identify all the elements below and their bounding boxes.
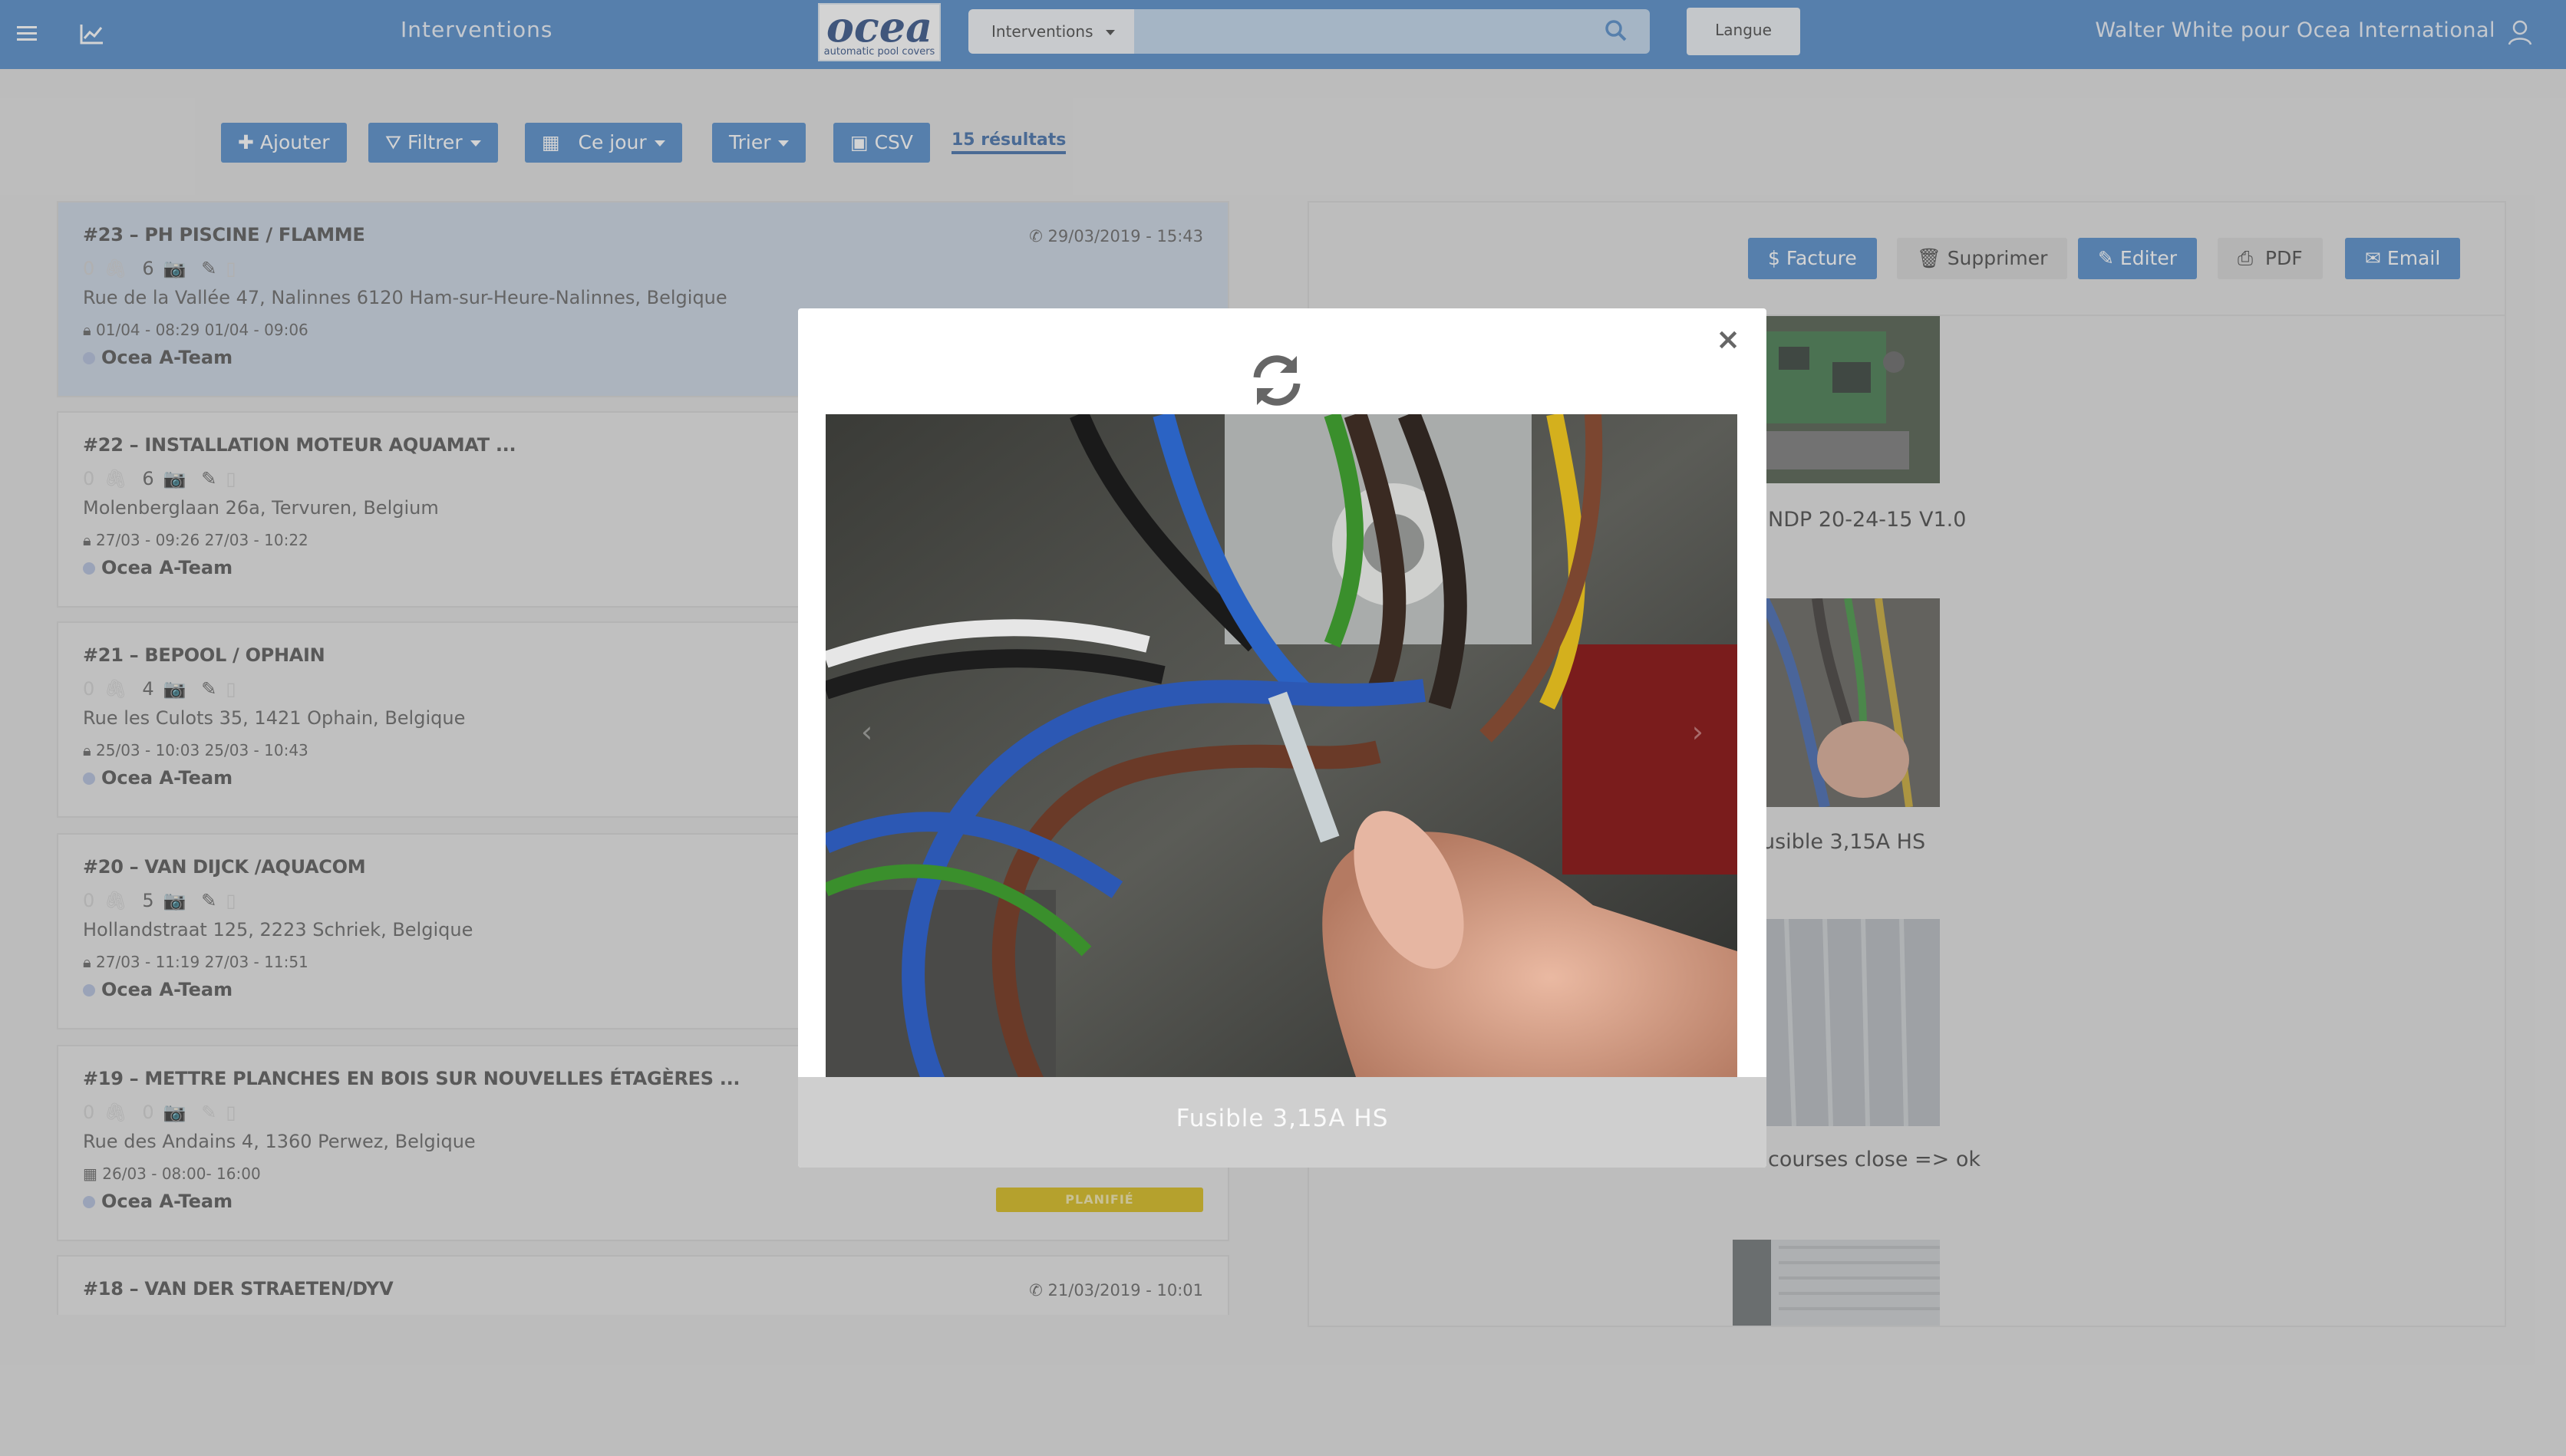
photo-lightbox-modal: × ‹ › Fusible 3,15A HS (798, 308, 1766, 1168)
photo-caption: Fusible 3,15A HS (1176, 1105, 1389, 1132)
previous-photo-icon[interactable]: ‹ (861, 715, 872, 749)
lightbox-photo (826, 414, 1737, 1097)
rotate-icon[interactable] (1246, 350, 1308, 411)
next-photo-icon[interactable]: › (1692, 715, 1704, 749)
close-icon[interactable]: × (1716, 322, 1740, 356)
